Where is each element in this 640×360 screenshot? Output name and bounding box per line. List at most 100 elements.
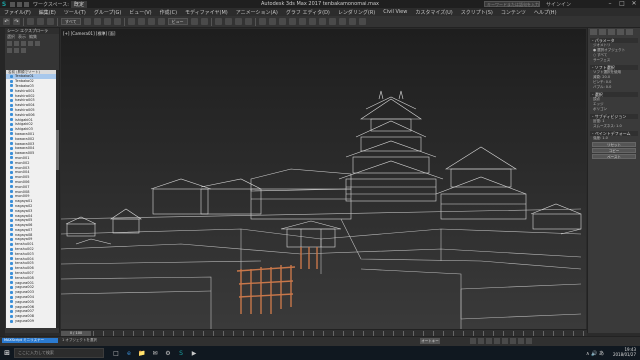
visibility-icon[interactable] — [10, 113, 13, 117]
visibility-icon[interactable] — [10, 166, 13, 170]
visibility-icon[interactable] — [10, 271, 13, 275]
display-tab-icon[interactable] — [626, 29, 633, 35]
mirror-icon[interactable] — [268, 18, 276, 25]
menu-content[interactable]: コンテンツ — [501, 9, 526, 16]
snap-toggle-icon[interactable] — [214, 18, 222, 25]
visibility-icon[interactable] — [10, 122, 13, 126]
visibility-icon[interactable] — [10, 237, 13, 241]
hierarchy-tab-icon[interactable] — [608, 29, 615, 35]
rollout-option[interactable]: サーフェス — [590, 58, 638, 63]
render-setup-icon[interactable] — [338, 18, 346, 25]
autokey-button[interactable]: オートキー — [420, 338, 440, 344]
select-by-name-icon[interactable] — [93, 18, 101, 25]
visibility-icon[interactable] — [10, 89, 13, 93]
rollout-option[interactable]: バブル: 0.0 — [590, 85, 638, 90]
list-item[interactable]: yagura009 — [6, 319, 59, 324]
visibility-icon[interactable] — [10, 84, 13, 88]
pivot-center-icon[interactable] — [190, 18, 198, 25]
task-view-icon[interactable]: □ — [112, 349, 120, 357]
visibility-icon[interactable] — [10, 142, 13, 146]
visibility-icon[interactable] — [10, 305, 13, 309]
filter-cameras-icon[interactable] — [28, 41, 33, 46]
minimize-button[interactable]: – — [604, 0, 616, 8]
visibility-icon[interactable] — [10, 190, 13, 194]
visibility-icon[interactable] — [10, 98, 13, 102]
filter-shapes-icon[interactable] — [14, 41, 19, 46]
visibility-icon[interactable] — [10, 74, 13, 78]
rollout-option[interactable]: 強度: 1.0 — [590, 136, 638, 141]
move-icon[interactable] — [127, 18, 135, 25]
system-clock[interactable]: 19:43 2018/01/27 — [613, 347, 636, 357]
scene-object-list[interactable]: 名前 (昇順でソート) Tenbako01 Tenbako02 Tenbako03 h… — [6, 70, 59, 328]
redo-icon[interactable]: ↷ — [13, 18, 20, 25]
visibility-icon[interactable] — [10, 266, 13, 270]
render-production-icon[interactable] — [358, 18, 366, 25]
menu-animation[interactable]: アニメーション(A) — [236, 9, 278, 16]
visibility-icon[interactable] — [10, 151, 13, 155]
reference-coordinate-dropdown[interactable]: ビュー — [167, 18, 188, 25]
visibility-icon[interactable] — [10, 209, 13, 213]
visibility-icon[interactable] — [10, 276, 13, 280]
settings-icon[interactable]: ⚙ — [164, 349, 172, 357]
taskbar-search-input[interactable]: ここに入力して検索 — [14, 348, 104, 358]
previous-frame-icon[interactable] — [478, 338, 484, 344]
explorer-menu-edit[interactable]: 編集 — [29, 34, 37, 40]
panel-button[interactable]: ペースト — [592, 154, 636, 159]
next-frame-icon[interactable] — [494, 338, 500, 344]
visibility-icon[interactable] — [10, 252, 13, 256]
visibility-icon[interactable] — [10, 194, 13, 198]
filter-geometry-icon[interactable] — [7, 41, 12, 46]
angle-snap-icon[interactable] — [224, 18, 232, 25]
new-file-icon[interactable] — [10, 1, 15, 7]
menu-file[interactable]: ファイル(F) — [4, 9, 31, 16]
selection-filter-dropdown[interactable]: すべて — [61, 18, 81, 25]
visibility-icon[interactable] — [10, 175, 13, 179]
rendered-frame-icon[interactable] — [348, 18, 356, 25]
explorer-menu-display[interactable]: 表示 — [18, 34, 26, 40]
close-button[interactable]: ✕ — [628, 0, 640, 8]
layer-icon[interactable] — [21, 48, 26, 53]
rectangular-selection-icon[interactable] — [103, 18, 111, 25]
visibility-icon[interactable] — [10, 257, 13, 261]
curve-editor-icon[interactable] — [308, 18, 316, 25]
visibility-icon[interactable] — [10, 94, 13, 98]
menu-group[interactable]: グループ(G) — [94, 9, 121, 16]
help-search-input[interactable]: キーワードまたは語句を入力 — [484, 1, 540, 7]
motion-tab-icon[interactable] — [617, 29, 624, 35]
filter-lights-icon[interactable] — [21, 41, 26, 46]
play-icon[interactable] — [486, 338, 492, 344]
visibility-icon[interactable] — [10, 218, 13, 222]
layer-explorer-icon[interactable] — [288, 18, 296, 25]
perspective-viewport[interactable]: [+] [Camera01] [標準] [面] — [61, 29, 586, 329]
material-editor-icon[interactable] — [328, 18, 336, 25]
system-tray-icons[interactable]: ∧ 🔊 あ — [586, 350, 604, 357]
place-icon[interactable] — [157, 18, 165, 25]
window-crossing-icon[interactable] — [113, 18, 121, 25]
menu-graph-editors[interactable]: グラフ エディタ(D) — [286, 9, 330, 16]
visibility-icon[interactable] — [10, 233, 13, 237]
menu-customize[interactable]: カスタマイズ(U) — [415, 9, 452, 16]
visibility-icon[interactable] — [10, 285, 13, 289]
explorer-menu-select[interactable]: 選択 — [7, 34, 15, 40]
visibility-icon[interactable] — [10, 261, 13, 265]
scrollbar-thumb[interactable] — [56, 130, 59, 170]
panel-button[interactable]: リセット — [592, 142, 636, 147]
pan-icon[interactable] — [518, 338, 524, 344]
rollout-option[interactable]: ポリゴン — [590, 107, 638, 112]
visibility-icon[interactable] — [10, 199, 13, 203]
save-file-icon[interactable] — [24, 1, 29, 7]
visibility-icon[interactable] — [10, 180, 13, 184]
zoom-icon[interactable] — [510, 338, 516, 344]
visibility-icon[interactable] — [10, 281, 13, 285]
menu-create[interactable]: 作成(C) — [160, 9, 177, 16]
menu-scripting[interactable]: スクリプト(S) — [461, 9, 493, 16]
modify-tab-icon[interactable] — [599, 29, 606, 35]
visibility-icon[interactable] — [10, 314, 13, 318]
select-manipulate-icon[interactable] — [200, 18, 208, 25]
visibility-icon[interactable] — [10, 146, 13, 150]
visibility-icon[interactable] — [10, 300, 13, 304]
visibility-icon[interactable] — [10, 309, 13, 313]
search-icon[interactable] — [7, 48, 12, 53]
create-tab-icon[interactable] — [590, 29, 597, 35]
maxscript-listener[interactable]: MAXScript ミニリスナー — [2, 338, 58, 343]
